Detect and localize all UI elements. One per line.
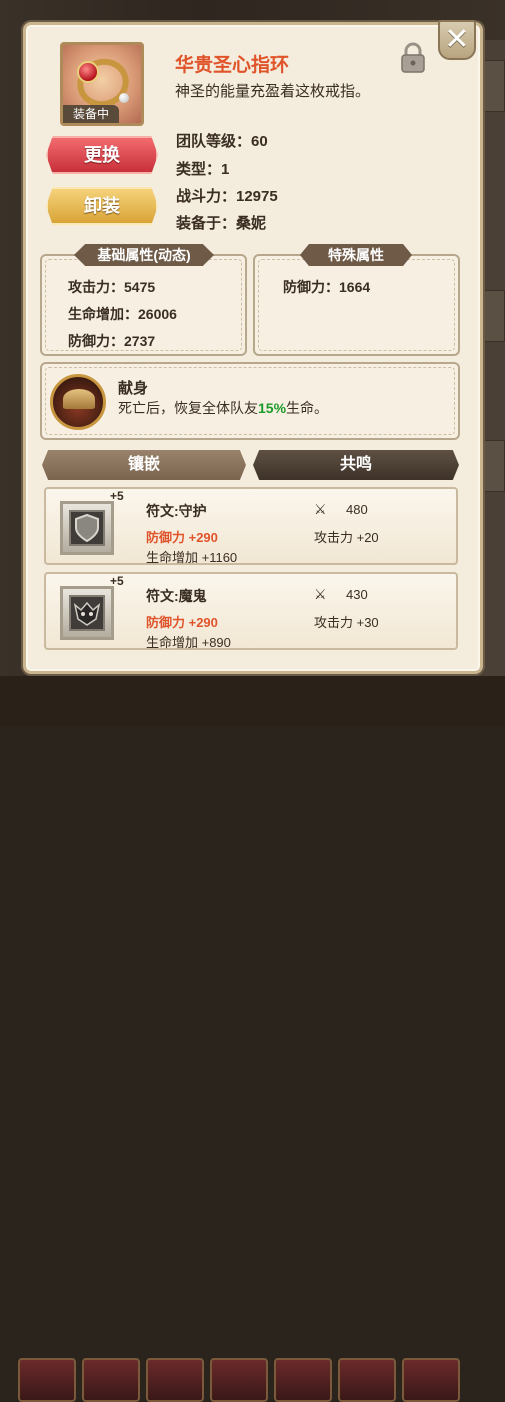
- skill-description: 死亡后，恢复全体队友15%生命。: [118, 400, 329, 416]
- item-type: 类型：1: [176, 161, 230, 178]
- rune-slot-2[interactable]: +5 符文:魔鬼 防御力 +290 生命增加 +890 ⚔ 430 攻击力 +3…: [44, 572, 458, 650]
- crossed-swords-icon: ⚔: [314, 501, 327, 517]
- hero-card: [338, 1358, 396, 1402]
- rune-name: 符文:魔鬼: [146, 588, 207, 604]
- hero-card: [18, 1358, 76, 1402]
- ring-icon: 装备中: [60, 42, 144, 126]
- replace-button[interactable]: 更换: [46, 136, 158, 174]
- defense-stat: 防御力：2737: [68, 333, 156, 349]
- rune-name: 符文:守护: [146, 503, 207, 519]
- shield-rune-icon: [60, 501, 114, 555]
- demon-rune-icon: [60, 586, 114, 640]
- battle-power: 战斗力：12975: [176, 188, 278, 205]
- pearl: [119, 93, 129, 103]
- rune-power: 480: [346, 502, 368, 517]
- rune-main-stat: 防御力 +290: [146, 615, 218, 630]
- special-attributes-title: 特殊属性: [300, 244, 412, 266]
- ruby-gem: [77, 61, 99, 83]
- equipped-by: 装备于：桑妮: [176, 215, 267, 232]
- hero-card: [82, 1358, 140, 1402]
- skill-icon: [50, 374, 106, 430]
- attack-stat: 攻击力：5475: [68, 279, 156, 295]
- team-level: 团队等级：60: [176, 133, 268, 150]
- tab-inlay[interactable]: 镶嵌: [42, 450, 246, 480]
- rune-power: 430: [346, 587, 368, 602]
- bottom-bar-bg: [0, 676, 505, 1402]
- unequip-button[interactable]: 卸装: [46, 187, 158, 225]
- special-defense-stat: 防御力：1664: [283, 279, 371, 295]
- close-button[interactable]: ✕: [438, 20, 476, 60]
- item-name: 华贵圣心指环: [175, 55, 290, 76]
- crossed-swords-icon: ⚔: [314, 586, 327, 602]
- special-attributes-box: [253, 254, 460, 356]
- rune-sub-stat: 生命增加 +890: [146, 635, 231, 650]
- basic-attributes-title: 基础属性(动态): [74, 244, 214, 266]
- skill-highlight: 15%: [258, 400, 287, 416]
- rune-level: +5: [110, 574, 124, 588]
- rune-sub-stat-2: 攻击力 +30: [314, 615, 379, 630]
- hp-stat: 生命增加：26006: [68, 306, 177, 322]
- close-icon: ✕: [444, 23, 470, 56]
- hero-card: [146, 1358, 204, 1402]
- hero-card: [402, 1358, 460, 1402]
- lock-icon[interactable]: [399, 42, 427, 74]
- hero-card: [210, 1358, 268, 1402]
- item-description: 神圣的能量充盈着这枚戒指。: [175, 83, 371, 100]
- rune-sub-stat-2: 攻击力 +20: [314, 530, 379, 545]
- rune-main-stat: 防御力 +290: [146, 530, 218, 545]
- hero-card: [274, 1358, 332, 1402]
- rune-slot-1[interactable]: +5 符文:守护 防御力 +290 生命增加 +1160 ⚔ 480 攻击力 +…: [44, 487, 458, 565]
- rune-level: +5: [110, 489, 124, 503]
- equipped-badge: 装备中: [63, 105, 119, 123]
- tab-resonance[interactable]: 共鸣: [253, 450, 459, 480]
- skill-name: 献身: [118, 380, 149, 397]
- rune-sub-stat: 生命增加 +1160: [146, 550, 238, 565]
